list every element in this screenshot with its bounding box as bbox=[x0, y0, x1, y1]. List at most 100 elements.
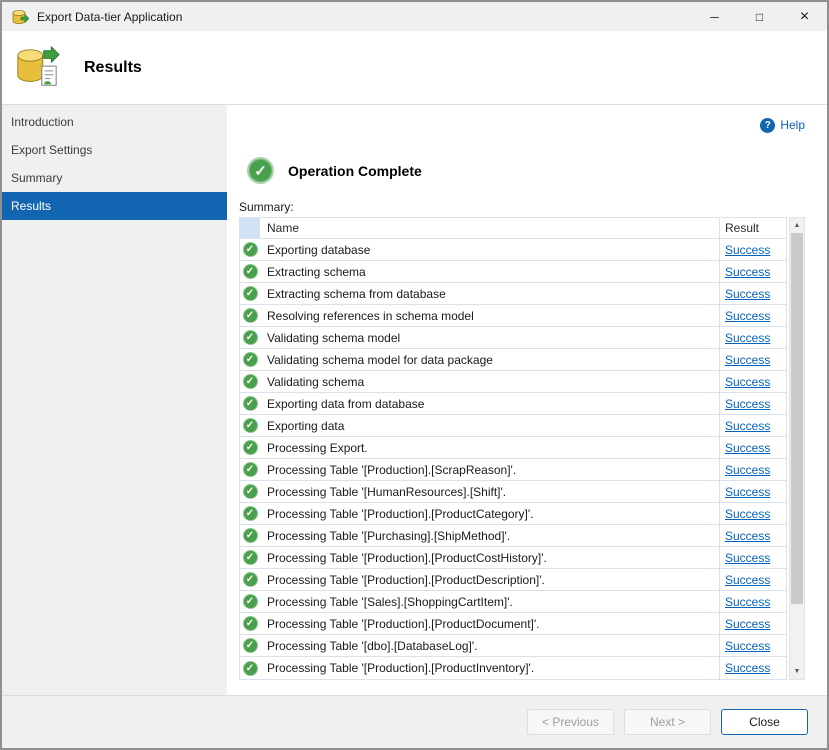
row-name: Exporting database bbox=[260, 239, 720, 260]
scroll-down-arrow-icon[interactable]: ▼ bbox=[790, 664, 804, 679]
sidebar-item-export-settings[interactable]: Export Settings bbox=[2, 136, 227, 164]
help-icon[interactable]: ? bbox=[760, 118, 775, 133]
row-name: Processing Table '[HumanResources].[Shif… bbox=[260, 481, 720, 502]
row-result-cell: Success bbox=[720, 283, 786, 304]
row-status-cell: ✓ bbox=[240, 459, 260, 480]
row-name: Processing Table '[Production].[ProductC… bbox=[260, 547, 720, 568]
summary-label: Summary: bbox=[239, 200, 805, 214]
table-row[interactable]: ✓ Resolving references in schema model S… bbox=[240, 305, 786, 327]
row-result-link[interactable]: Success bbox=[725, 397, 770, 411]
row-result-link[interactable]: Success bbox=[725, 507, 770, 521]
title-bar[interactable]: Export Data-tier Application ─ □ × bbox=[2, 2, 827, 31]
success-check-icon: ✓ bbox=[243, 264, 258, 279]
table-row[interactable]: ✓ Extracting schema Success bbox=[240, 261, 786, 283]
row-result-link[interactable]: Success bbox=[725, 243, 770, 257]
table-row[interactable]: ✓ Processing Export. Success bbox=[240, 437, 786, 459]
row-result-link[interactable]: Success bbox=[725, 441, 770, 455]
table-row[interactable]: ✓ Processing Table '[Purchasing].[ShipMe… bbox=[240, 525, 786, 547]
close-button[interactable]: Close bbox=[721, 709, 808, 735]
table-row[interactable]: ✓ Exporting database Success bbox=[240, 239, 786, 261]
row-status-cell: ✓ bbox=[240, 415, 260, 436]
row-result-link[interactable]: Success bbox=[725, 529, 770, 543]
maximize-button[interactable]: □ bbox=[737, 2, 782, 31]
row-name: Validating schema bbox=[260, 371, 720, 392]
results-rows: ✓ Exporting database Success ✓ Extractin… bbox=[240, 239, 786, 679]
success-check-icon: ✓ bbox=[243, 352, 258, 367]
app-icon bbox=[11, 8, 29, 26]
table-row[interactable]: ✓ Extracting schema from database Succes… bbox=[240, 283, 786, 305]
table-row[interactable]: ✓ Exporting data from database Success bbox=[240, 393, 786, 415]
next-button[interactable]: Next > bbox=[624, 709, 711, 735]
table-row[interactable]: ✓ Processing Table '[Production].[ScrapR… bbox=[240, 459, 786, 481]
table-row[interactable]: ✓ Processing Table '[HumanResources].[Sh… bbox=[240, 481, 786, 503]
row-name: Resolving references in schema model bbox=[260, 305, 720, 326]
row-name: Processing Table '[Production].[ScrapRea… bbox=[260, 459, 720, 480]
row-result-link[interactable]: Success bbox=[725, 265, 770, 279]
row-result-link[interactable]: Success bbox=[725, 353, 770, 367]
scrollbar-track[interactable] bbox=[790, 233, 804, 664]
scrollbar-thumb[interactable] bbox=[791, 233, 803, 604]
table-row[interactable]: ✓ Processing Table '[dbo].[DatabaseLog]'… bbox=[240, 635, 786, 657]
row-result-link[interactable]: Success bbox=[725, 661, 770, 675]
row-name: Extracting schema from database bbox=[260, 283, 720, 304]
sidebar-item-introduction[interactable]: Introduction bbox=[2, 108, 227, 136]
results-table: Name Result ✓ Exporting database Success… bbox=[239, 217, 787, 680]
row-result-link[interactable]: Success bbox=[725, 551, 770, 565]
help-link[interactable]: Help bbox=[780, 118, 805, 132]
minimize-button[interactable]: ─ bbox=[692, 2, 737, 31]
operation-complete-icon: ✓ bbox=[247, 157, 274, 184]
success-check-icon: ✓ bbox=[243, 528, 258, 543]
wizard-header: Results bbox=[2, 31, 827, 105]
table-row[interactable]: ✓ Validating schema model for data packa… bbox=[240, 349, 786, 371]
row-result-link[interactable]: Success bbox=[725, 485, 770, 499]
row-result-link[interactable]: Success bbox=[725, 595, 770, 609]
row-result-cell: Success bbox=[720, 657, 786, 679]
table-vertical-scrollbar[interactable]: ▲ ▼ bbox=[789, 217, 805, 680]
row-status-cell: ✓ bbox=[240, 239, 260, 260]
table-row[interactable]: ✓ Validating schema model Success bbox=[240, 327, 786, 349]
row-result-cell: Success bbox=[720, 591, 786, 612]
row-result-link[interactable]: Success bbox=[725, 463, 770, 477]
row-status-cell: ✓ bbox=[240, 261, 260, 282]
row-result-cell: Success bbox=[720, 393, 786, 414]
row-status-cell: ✓ bbox=[240, 327, 260, 348]
row-status-cell: ✓ bbox=[240, 437, 260, 458]
success-check-icon: ✓ bbox=[243, 550, 258, 565]
success-check-icon: ✓ bbox=[243, 616, 258, 631]
table-row[interactable]: ✓ Processing Table '[Production].[Produc… bbox=[240, 657, 786, 679]
success-check-icon: ✓ bbox=[243, 572, 258, 587]
row-status-cell: ✓ bbox=[240, 591, 260, 612]
success-check-icon: ✓ bbox=[243, 462, 258, 477]
row-name: Validating schema model for data package bbox=[260, 349, 720, 370]
operation-status-title: Operation Complete bbox=[288, 163, 422, 179]
wizard-steps-sidebar: Introduction Export Settings Summary Res… bbox=[2, 105, 227, 695]
row-result-link[interactable]: Success bbox=[725, 375, 770, 389]
previous-button[interactable]: < Previous bbox=[527, 709, 614, 735]
name-column-header: Name bbox=[260, 218, 720, 238]
row-result-cell: Success bbox=[720, 503, 786, 524]
row-result-link[interactable]: Success bbox=[725, 287, 770, 301]
row-result-link[interactable]: Success bbox=[725, 331, 770, 345]
success-check-icon: ✓ bbox=[243, 374, 258, 389]
row-result-link[interactable]: Success bbox=[725, 309, 770, 323]
row-result-link[interactable]: Success bbox=[725, 617, 770, 631]
table-row[interactable]: ✓ Processing Table '[Production].[Produc… bbox=[240, 613, 786, 635]
sidebar-item-summary[interactable]: Summary bbox=[2, 164, 227, 192]
row-result-cell: Success bbox=[720, 525, 786, 546]
row-result-link[interactable]: Success bbox=[725, 419, 770, 433]
table-row[interactable]: ✓ Validating schema Success bbox=[240, 371, 786, 393]
row-result-link[interactable]: Success bbox=[725, 639, 770, 653]
close-window-button[interactable]: × bbox=[782, 2, 827, 31]
sidebar-item-results[interactable]: Results bbox=[2, 192, 227, 220]
table-row[interactable]: ✓ Processing Table '[Production].[Produc… bbox=[240, 569, 786, 591]
row-result-cell: Success bbox=[720, 459, 786, 480]
row-result-cell: Success bbox=[720, 437, 786, 458]
table-row[interactable]: ✓ Processing Table '[Production].[Produc… bbox=[240, 547, 786, 569]
row-status-cell: ✓ bbox=[240, 635, 260, 656]
success-check-icon: ✓ bbox=[243, 661, 258, 676]
scroll-up-arrow-icon[interactable]: ▲ bbox=[790, 218, 804, 233]
table-row[interactable]: ✓ Exporting data Success bbox=[240, 415, 786, 437]
table-row[interactable]: ✓ Processing Table '[Sales].[ShoppingCar… bbox=[240, 591, 786, 613]
table-row[interactable]: ✓ Processing Table '[Production].[Produc… bbox=[240, 503, 786, 525]
row-result-link[interactable]: Success bbox=[725, 573, 770, 587]
